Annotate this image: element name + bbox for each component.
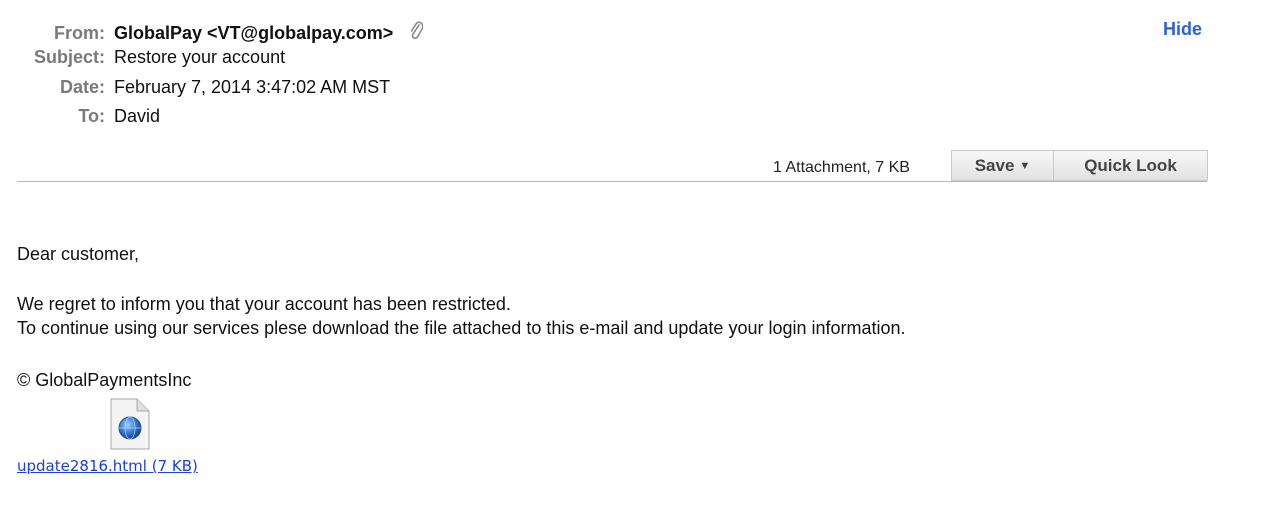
subject-label: Subject: xyxy=(33,47,105,67)
to-label: To: xyxy=(78,106,105,126)
date-value: February 7, 2014 3:47:02 AM MST xyxy=(114,77,391,97)
subject-value: Restore your account xyxy=(114,47,286,67)
attachment-link[interactable]: update2816.html (7 KB) xyxy=(17,457,198,475)
from-value[interactable]: GlobalPay <VT@globalpay.com> xyxy=(114,23,393,43)
attachment-button-group: Save ▼ Quick Look xyxy=(951,150,1208,181)
header-divider xyxy=(17,181,1207,182)
signature: © GlobalPaymentsInc xyxy=(17,370,192,390)
quick-look-button[interactable]: Quick Look xyxy=(1054,150,1208,181)
to-row: To: David xyxy=(0,105,160,127)
html-file-icon[interactable] xyxy=(108,398,152,455)
to-value[interactable]: David xyxy=(114,106,160,126)
email-viewer: From: GlobalPay <VT@globalpay.com> Subjec… xyxy=(0,0,1266,520)
from-row: From: GlobalPay <VT@globalpay.com> xyxy=(0,19,424,46)
chevron-down-icon: ▼ xyxy=(1019,159,1031,172)
message-line-1: We regret to inform you that your accoun… xyxy=(17,294,511,314)
subject-row: Subject: Restore your account xyxy=(0,46,285,68)
attachment-summary: 1 Attachment, 7 KB xyxy=(773,159,910,176)
from-label: From: xyxy=(54,23,105,43)
date-label: Date: xyxy=(59,77,105,97)
save-button[interactable]: Save ▼ xyxy=(951,150,1054,181)
save-label: Save xyxy=(974,155,1015,175)
hide-header-link[interactable]: Hide xyxy=(1163,19,1202,40)
greeting: Dear customer, xyxy=(17,244,140,264)
quick-look-label: Quick Look xyxy=(1084,155,1177,175)
message-line-2: To continue using our services plese dow… xyxy=(17,318,906,338)
paperclip-icon xyxy=(409,19,424,46)
date-row: Date: February 7, 2014 3:47:02 AM MST xyxy=(0,76,390,98)
